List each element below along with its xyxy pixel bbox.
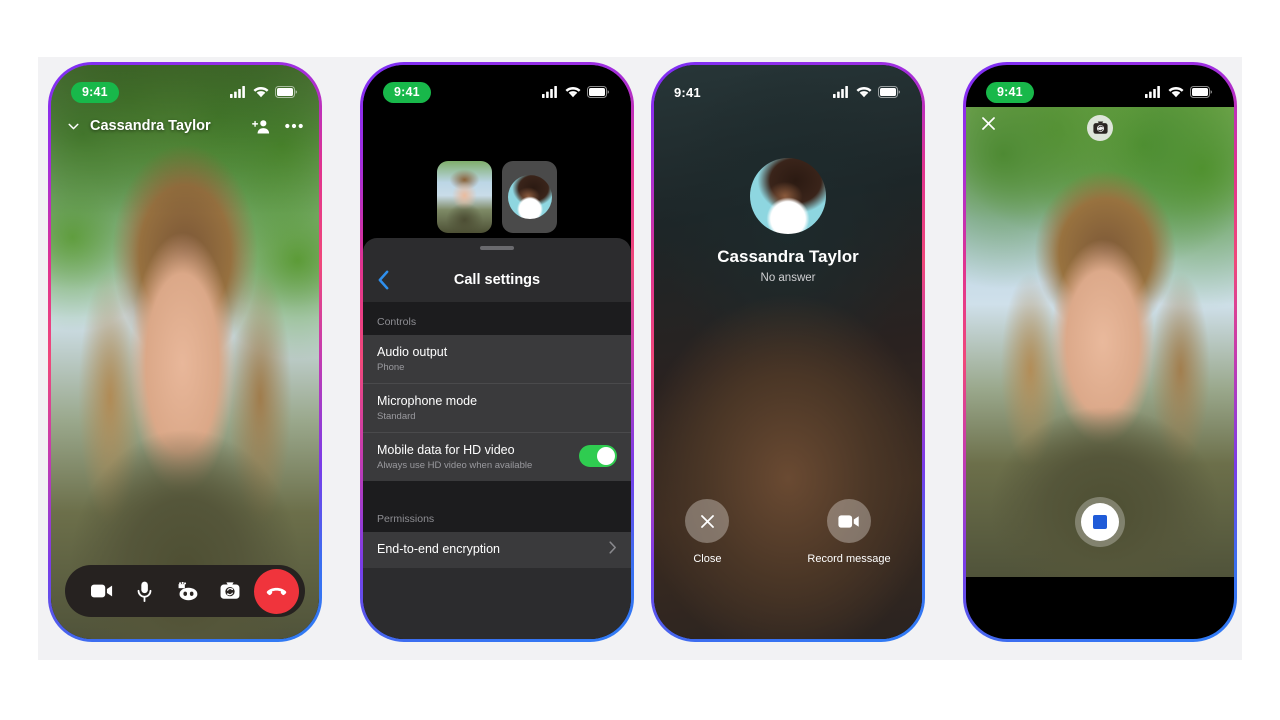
status-time: 9:41: [71, 81, 119, 103]
setting-row-microphone-mode[interactable]: Microphone mode Standard: [363, 384, 631, 433]
status-icons: [542, 86, 609, 98]
phone2-status-bar: 9:41: [363, 65, 631, 105]
phone-mockup-in-call: 9:41 Cassandra Taylor: [48, 62, 322, 642]
effects-mask-icon[interactable]: [169, 572, 207, 610]
setting-title: End-to-end encryption: [377, 541, 500, 556]
setting-row-end-to-end-encryption[interactable]: End-to-end encryption: [363, 532, 631, 568]
status-time: 9:41: [986, 81, 1034, 103]
contact-avatar: [750, 158, 826, 234]
call-settings-sheet: Call settings Controls Audio output Phon…: [363, 238, 631, 639]
toggle-knob: [597, 447, 615, 466]
battery-icon: [878, 86, 900, 98]
status-time: 9:41: [674, 84, 701, 100]
cellular-signal-icon: [833, 86, 848, 98]
settings-group-permissions: End-to-end encryption: [363, 531, 631, 568]
phone4-screen: 9:41: [966, 65, 1234, 639]
setting-subtitle: Always use HD video when available: [377, 459, 533, 471]
setting-subtitle: Phone: [377, 361, 405, 373]
sheet-title: Call settings: [453, 272, 541, 288]
phone4-status-bar: 9:41: [966, 65, 1234, 105]
microphone-icon[interactable]: [126, 572, 164, 610]
setting-title: Microphone mode: [377, 393, 478, 408]
more-options-icon[interactable]: [285, 123, 303, 129]
phone3-status-bar: 9:41: [654, 65, 922, 105]
cellular-signal-icon: [542, 86, 557, 98]
section-gap: [363, 480, 631, 499]
status-time: 9:41: [383, 81, 431, 103]
peer-avatar: [507, 175, 552, 219]
peer-video-tile[interactable]: [502, 161, 557, 233]
wifi-icon: [565, 87, 581, 98]
stop-square-icon: [1093, 515, 1107, 529]
cellular-signal-icon: [230, 86, 245, 98]
wifi-icon: [856, 87, 872, 98]
setting-row-audio-output[interactable]: Audio output Phone: [363, 335, 631, 384]
camera-flip-icon[interactable]: [211, 572, 249, 610]
hd-video-toggle[interactable]: [579, 445, 617, 468]
phone1-control-bar: [65, 565, 305, 617]
contact-name: Cassandra Taylor: [717, 247, 859, 266]
phone1-screen: 9:41 Cassandra Taylor: [51, 65, 319, 639]
phone1-call-header: Cassandra Taylor: [51, 109, 319, 143]
status-icons: [230, 86, 297, 98]
wifi-icon: [1168, 87, 1184, 98]
phone3-content: Cassandra Taylor No answer: [654, 65, 922, 639]
sheet-nav-bar: Call settings: [363, 258, 631, 302]
battery-icon: [587, 86, 609, 98]
camera-flip-icon[interactable]: [1087, 115, 1113, 141]
wifi-icon: [253, 87, 269, 98]
setting-title: Audio output: [377, 345, 448, 359]
section-header-controls: Controls: [363, 302, 631, 335]
close-x-icon[interactable]: [980, 115, 997, 132]
video-camera-icon[interactable]: [83, 572, 121, 610]
status-icons: [833, 86, 900, 98]
call-status-text: No answer: [760, 272, 816, 284]
battery-icon: [1190, 86, 1212, 98]
section-header-permissions: Permissions: [363, 498, 631, 532]
cellular-signal-icon: [1145, 86, 1160, 98]
status-icons: [1145, 86, 1212, 98]
add-person-icon[interactable]: [252, 118, 271, 135]
self-video-tile[interactable]: [437, 161, 492, 233]
battery-icon: [275, 86, 297, 98]
phone1-status-bar: 9:41: [51, 65, 319, 105]
stop-recording-button[interactable]: [1075, 497, 1125, 547]
phone2-screen: 9:41 Call settings Controls Audio output…: [363, 65, 631, 639]
phone-mockup-call-settings: 9:41 Call settings Controls Audio output…: [360, 62, 634, 642]
settings-group-controls: Audio output Phone Microphone mode Stand…: [363, 335, 631, 481]
chevron-left-icon[interactable]: [377, 270, 390, 290]
phone-mockup-no-answer: 9:41 Cassandra Taylor No answer Close Re…: [651, 62, 925, 642]
setting-subtitle: Standard: [377, 410, 416, 422]
chevron-right-icon: [609, 541, 617, 557]
call-contact-name: Cassandra Taylor: [90, 118, 211, 134]
stop-button-inner: [1081, 503, 1119, 541]
participant-tiles: [363, 161, 631, 233]
phone-hangup-icon[interactable]: [254, 568, 299, 614]
screenshot-stage: 9:41 Cassandra Taylor 9:41 Call settings…: [0, 0, 1280, 720]
phone-mockup-recording: 9:41: [963, 62, 1237, 642]
setting-title: Mobile data for HD video: [377, 442, 515, 457]
setting-row-mobile-data-hd-video[interactable]: Mobile data for HD video Always use HD v…: [363, 433, 631, 481]
phone3-screen: 9:41 Cassandra Taylor No answer Close Re…: [654, 65, 922, 639]
sheet-drag-handle[interactable]: [480, 246, 514, 250]
chevron-down-icon[interactable]: [65, 118, 82, 135]
